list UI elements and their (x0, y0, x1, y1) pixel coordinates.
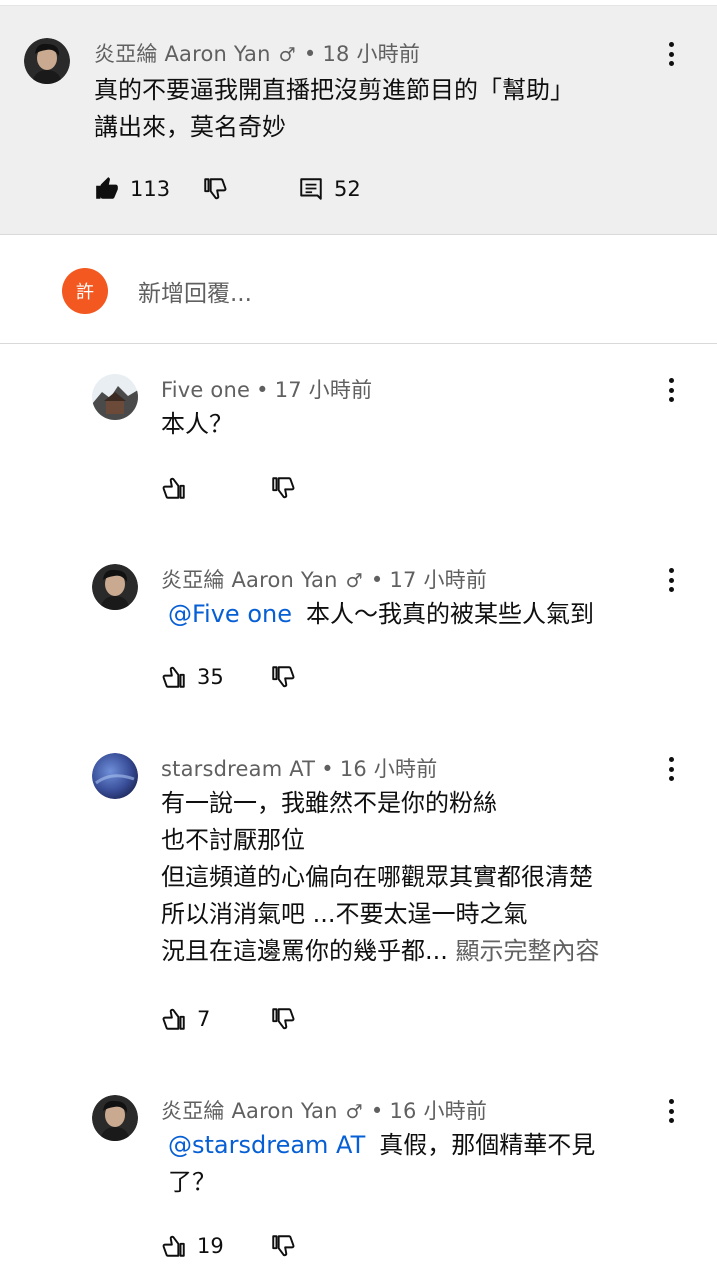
dislike-button[interactable] (270, 1006, 296, 1032)
reply-meta: 炎亞綸 Aaron Yan ♂ • 17 小時前 (161, 564, 487, 594)
author-name[interactable]: 炎亞綸 Aaron Yan (161, 1099, 338, 1123)
reply-avatar[interactable] (92, 1095, 138, 1141)
reply-text: @Five one 本人～我真的被某些人氣到 (168, 596, 594, 633)
comment-time[interactable]: 16 小時前 (340, 757, 438, 781)
reply-avatar[interactable] (92, 753, 138, 799)
comment-icon (300, 178, 322, 200)
add-reply-input[interactable]: 新增回覆... (138, 274, 252, 308)
thumb-down-icon (272, 666, 295, 688)
note-icon: ♂ (345, 1101, 363, 1123)
like-button[interactable]: 35 (161, 664, 224, 690)
author-name[interactable]: 炎亞綸 Aaron Yan (94, 42, 271, 66)
thumb-down-icon (272, 477, 295, 499)
thumb-up-icon (162, 666, 185, 688)
thumb-down-icon (272, 1008, 295, 1030)
comment-line: 真的不要逼我開直播把沒剪進節目的「幫助」 (94, 76, 574, 104)
comment-meta: 炎亞綸 Aaron Yan ♂ • 18 小時前 (94, 38, 420, 68)
author-avatar[interactable] (24, 38, 70, 84)
thumb-up-icon (162, 1235, 185, 1257)
reply-line: 但這頻道的心偏向在哪觀眾其實都很清楚 (161, 863, 593, 891)
reply-line: 有一說一，我雖然不是你的粉絲 (161, 789, 497, 817)
reply-text: 本人？ (161, 406, 233, 443)
reply-line: 本人？ (161, 410, 233, 438)
reply-line: 所以消消氣吧 ...不要太逞一時之氣 (161, 900, 528, 928)
thumb-up-icon (162, 477, 185, 499)
meta-separator: • (303, 42, 317, 66)
like-count: 35 (197, 665, 224, 689)
replies-button[interactable]: 52 (298, 176, 361, 202)
thumb-up-icon (96, 177, 118, 199)
mention-link[interactable]: @starsdream AT (168, 1131, 365, 1159)
divider (0, 343, 717, 344)
more-vert-icon[interactable] (659, 565, 683, 595)
thumb-up-icon (162, 1008, 185, 1030)
comment-line: 講出來，莫名奇妙 (94, 113, 286, 141)
reply-avatar[interactable] (92, 374, 138, 420)
mention-link[interactable]: @Five one (168, 600, 292, 628)
thumb-down-icon (204, 178, 227, 200)
like-button[interactable] (161, 475, 187, 501)
more-vert-icon[interactable] (659, 754, 683, 784)
show-more-link[interactable]: 顯示完整內容 (456, 937, 600, 965)
more-vert-icon[interactable] (659, 1096, 683, 1126)
like-button[interactable]: 7 (161, 1006, 210, 1032)
reply-line: 況且在這邊罵你的幾乎都... (161, 937, 448, 965)
reply-text: @starsdream AT 真假，那個精華不見 了？ (168, 1127, 595, 1201)
like-count: 19 (197, 1234, 224, 1258)
author-name[interactable]: Five one (161, 378, 250, 402)
comment-time[interactable]: 17 小時前 (389, 568, 487, 592)
comment-time[interactable]: 18 小時前 (322, 42, 420, 66)
reply-count: 52 (334, 177, 361, 201)
comment-time[interactable]: 16 小時前 (389, 1099, 487, 1123)
reply-line: 本人～我真的被某些人氣到 (305, 600, 594, 628)
like-count: 113 (130, 177, 171, 201)
dislike-button[interactable] (270, 664, 296, 690)
author-name[interactable]: 炎亞綸 Aaron Yan (161, 568, 338, 592)
reply-line: 了？ (168, 1168, 216, 1196)
reply-avatar[interactable] (92, 564, 138, 610)
dislike-button[interactable] (202, 176, 228, 202)
meta-separator: • (256, 378, 269, 402)
reply-text: 有一說一，我雖然不是你的粉絲 也不討厭那位 但這頻道的心偏向在哪觀眾其實都很清楚… (161, 785, 600, 970)
more-vert-icon[interactable] (659, 375, 683, 405)
comment-text: 真的不要逼我開直播把沒剪進節目的「幫助」 講出來，莫名奇妙 (94, 72, 574, 146)
meta-separator: • (370, 1099, 384, 1123)
author-name[interactable]: starsdream AT (161, 757, 315, 781)
reply-meta: starsdream AT • 16 小時前 (161, 753, 437, 783)
meta-separator: • (321, 757, 334, 781)
like-count: 7 (197, 1007, 211, 1031)
user-avatar: 許 (62, 268, 108, 314)
reply-line: 也不討厭那位 (161, 826, 305, 854)
dislike-button[interactable] (270, 1233, 296, 1259)
note-icon: ♂ (278, 44, 296, 66)
like-button[interactable]: 113 (94, 176, 170, 202)
reply-meta: Five one • 17 小時前 (161, 374, 372, 404)
thumb-down-icon (272, 1235, 295, 1257)
meta-separator: • (370, 568, 384, 592)
more-vert-icon[interactable] (659, 39, 683, 69)
note-icon: ♂ (345, 570, 363, 592)
dislike-button[interactable] (270, 475, 296, 501)
reply-meta: 炎亞綸 Aaron Yan ♂ • 16 小時前 (161, 1095, 487, 1125)
reply-line: 真假，那個精華不見 (379, 1131, 596, 1159)
like-button[interactable]: 19 (161, 1233, 224, 1259)
comment-time[interactable]: 17 小時前 (275, 378, 373, 402)
divider (0, 234, 717, 235)
